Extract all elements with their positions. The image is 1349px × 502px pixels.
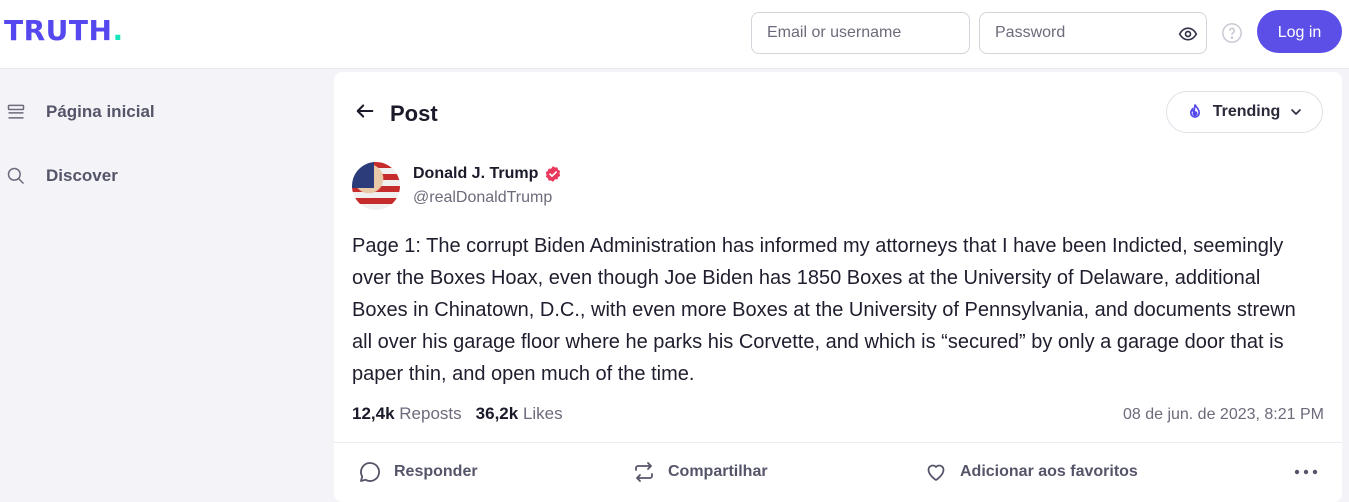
arrow-left-icon: [356, 104, 374, 118]
login-button[interactable]: Log in: [1257, 10, 1342, 53]
likes-label: Likes: [522, 404, 563, 423]
share-label: Compartilhar: [668, 463, 768, 480]
chevron-down-icon: [1291, 109, 1302, 115]
favorite-button[interactable]: Adicionar aos favoritos: [924, 460, 1138, 484]
logo-text: TRUTH: [4, 14, 113, 47]
comment-icon: [360, 462, 380, 482]
favorite-label: Adicionar aos favoritos: [960, 463, 1138, 480]
reposts-stat[interactable]: 12,4k Reposts: [352, 404, 462, 424]
help-icon[interactable]: [1221, 22, 1243, 44]
post-header: Post: [354, 100, 438, 127]
logo-dot: .: [112, 14, 124, 47]
sidebar-item-label: Página inicial: [46, 102, 155, 121]
author-info: Donald J. Trump @realDonaldTrump: [413, 165, 562, 207]
reposts-label: Reposts: [399, 404, 462, 423]
top-bar: TRUTH. Log in: [0, 0, 1349, 69]
home-icon: [7, 104, 25, 119]
author-name: Donald J. Trump: [413, 165, 539, 182]
trending-dropdown[interactable]: Trending: [1166, 91, 1323, 133]
reply-button[interactable]: Responder: [358, 460, 478, 484]
likes-count: 36,2k: [475, 404, 519, 423]
reposts-count: 12,4k: [352, 404, 395, 423]
post-timestamp: 08 de jun. de 2023, 8:21 PM: [1122, 406, 1324, 423]
flame-icon: [1189, 104, 1200, 118]
author-name-row[interactable]: Donald J. Trump: [413, 165, 562, 183]
more-options-icon[interactable]: [1292, 460, 1320, 484]
password-input[interactable]: [980, 13, 1206, 53]
post-card: Post Trending Donald J. Trump @realDonal…: [334, 72, 1342, 502]
password-field[interactable]: [979, 12, 1207, 54]
email-input[interactable]: [752, 13, 969, 53]
heart-icon: [927, 464, 945, 481]
truth-logo[interactable]: TRUTH.: [4, 14, 124, 47]
divider: [334, 442, 1342, 443]
sidebar-item-label: Discover: [46, 166, 118, 185]
sidebar-item-discover[interactable]: Discover: [6, 166, 118, 186]
reply-label: Responder: [394, 463, 478, 480]
verified-badge-icon: [546, 166, 561, 182]
share-button[interactable]: Compartilhar: [632, 460, 768, 484]
search-icon: [7, 167, 25, 185]
author-handle[interactable]: @realDonaldTrump: [413, 189, 562, 207]
sidebar-item-home[interactable]: Página inicial: [6, 102, 155, 122]
page-title: Post: [390, 100, 438, 126]
post-stats: 12,4k Reposts 36,2k Likes: [352, 404, 563, 424]
likes-stat[interactable]: 36,2k Likes: [476, 404, 563, 424]
eye-icon[interactable]: [1178, 24, 1198, 44]
repost-icon: [635, 462, 653, 482]
trending-label: Trending: [1212, 103, 1281, 120]
post-text: Page 1: The corrupt Biden Administration…: [352, 235, 1296, 385]
email-field[interactable]: [751, 12, 970, 54]
back-button[interactable]: [354, 100, 376, 127]
avatar[interactable]: [352, 162, 400, 210]
